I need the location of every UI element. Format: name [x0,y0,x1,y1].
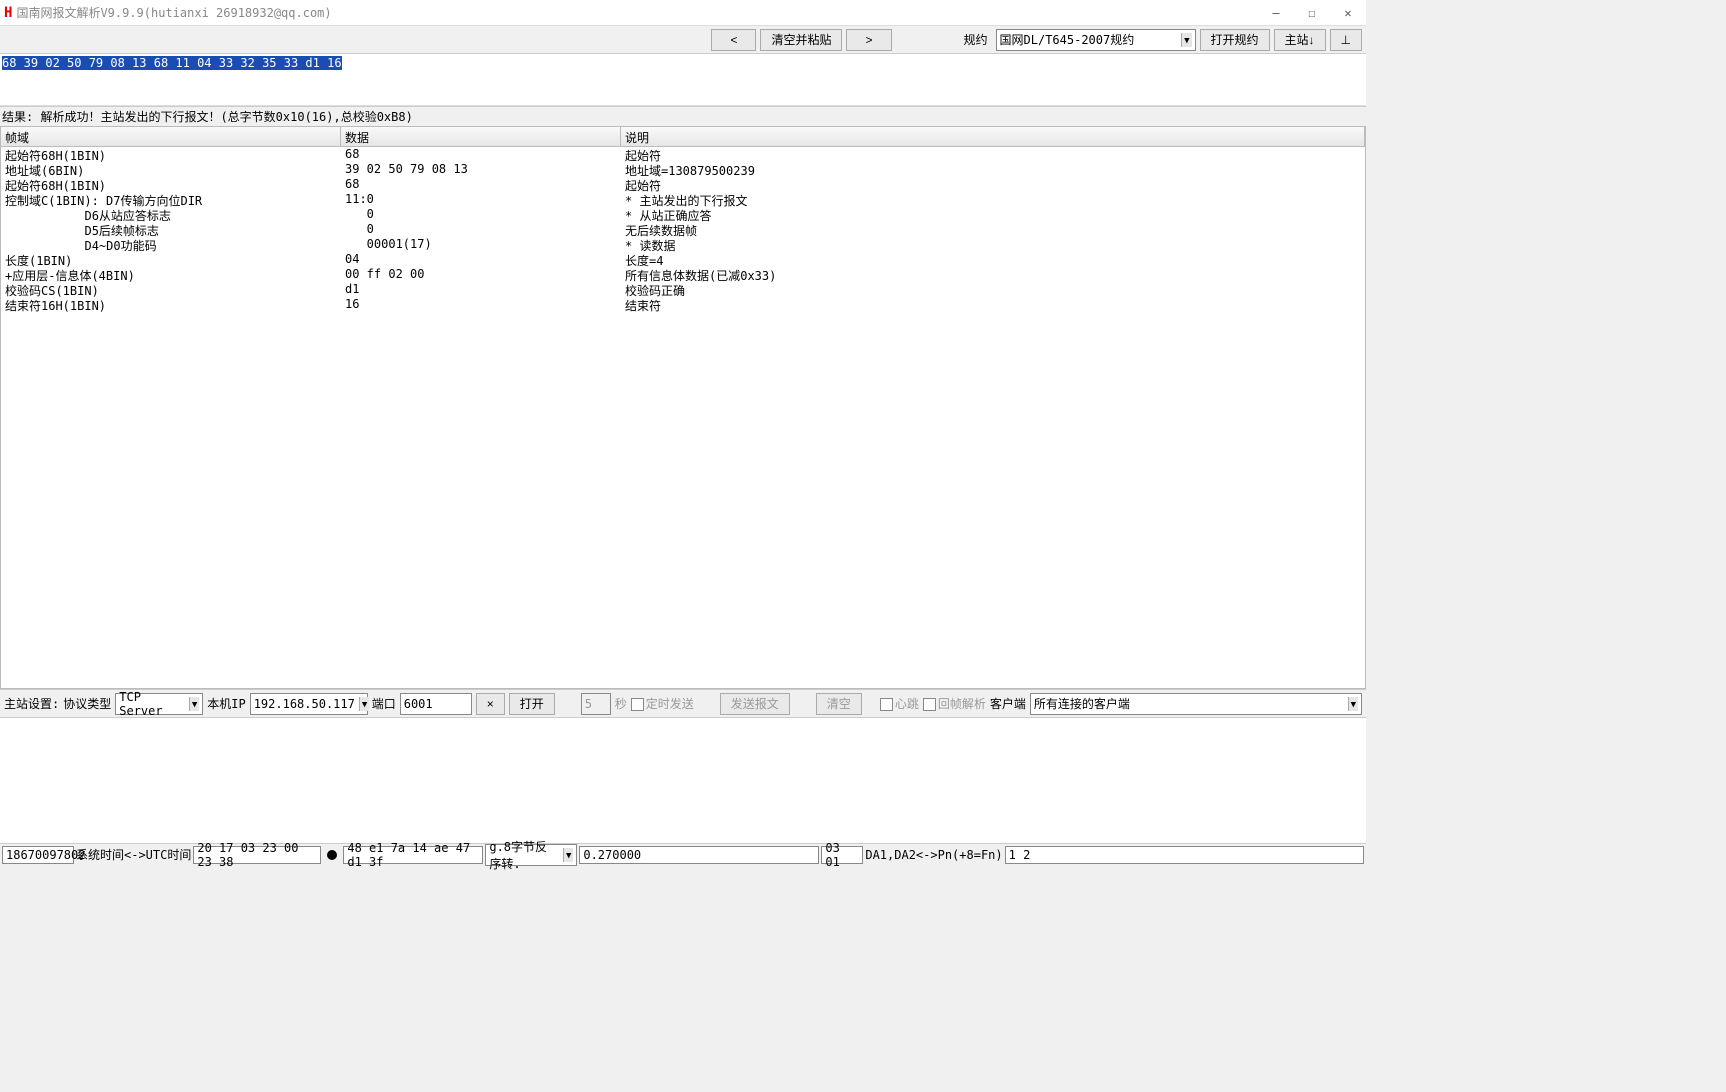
col-header-desc[interactable]: 说明 [621,127,1365,146]
table-row[interactable]: D4~D0功能码 00001(17)* 读数据 [1,237,1365,252]
dropdown-arrow-icon: ▼ [1348,697,1358,711]
status-f4-select[interactable]: g.8字节反序转. ▼ [485,844,577,866]
local-ip-select[interactable]: 192.168.50.117 ▼ [250,693,368,715]
table-row[interactable]: 起始符68H(1BIN)68起始符 [1,177,1365,192]
window-title: 国南网报文解析V9.9.9(hutianxi 26918932@qq.com) [16,4,1258,21]
open-conn-button[interactable]: 打开 [509,693,555,715]
status-dot-icon [327,850,337,860]
minimize-button[interactable]: — [1258,2,1294,24]
hex-input-panel[interactable]: 68 39 02 50 79 08 13 68 11 04 33 32 35 3… [0,54,1366,106]
clear-button[interactable]: 清空 [816,693,862,715]
status-f6[interactable]: 03 01 [821,846,863,864]
result-line: 结果: 解析成功！主站发出的下行报文！(总字节数0x10(16),总校验0xB8… [0,106,1366,126]
local-ip-label: 本机IP [207,695,245,712]
close-conn-button[interactable]: × [476,693,505,715]
log-panel[interactable] [0,717,1366,843]
send-frame-button[interactable]: 发送报文 [720,693,790,715]
table-row[interactable]: 长度(1BIN)04长度=4 [1,252,1365,267]
settings-title: 主站设置: [4,695,59,712]
port-input[interactable]: 6001 [400,693,472,715]
hex-selected-text: 68 39 02 50 79 08 13 68 11 04 33 32 35 3… [2,56,342,70]
clear-paste-button[interactable]: 清空并粘贴 [760,29,842,51]
sec-label: 秒 [615,695,627,712]
dropdown-arrow-icon: ▼ [1181,33,1191,47]
status-bar: 18670097802 系统时间<->UTC时间 20 17 03 23 00 … [0,843,1366,865]
status-f2-label: 系统时间<->UTC时间 [76,846,191,863]
client-select[interactable]: 所有连接的客户端 ▼ [1030,693,1362,715]
status-f5[interactable]: 0.270000 [579,846,819,864]
status-f3[interactable]: 48 e1 7a 14 ae 47 d1 3f [343,846,483,864]
status-f7[interactable]: 1 2 [1005,846,1364,864]
col-header-data[interactable]: 数据 [341,127,621,146]
prev-button[interactable]: < [711,29,756,51]
client-label: 客户端 [990,695,1026,712]
maximize-button[interactable]: ☐ [1294,2,1330,24]
dropdown-arrow-icon: ▼ [563,848,573,862]
table-row[interactable]: 地址域(6BIN)39 02 50 79 08 13地址域=1308795002… [1,162,1365,177]
status-f2[interactable]: 20 17 03 23 00 23 38 [193,846,321,864]
top-toolbar: < 清空并粘贴 > 规约 国网DL/T645-2007规约 ▼ 打开规约 主站↓… [0,26,1366,54]
status-f1[interactable]: 18670097802 [2,846,74,864]
master-button[interactable]: 主站↓ [1274,29,1326,51]
table-row[interactable]: 控制域C(1BIN): D7传输方向位DIR11:0* 主站发出的下行报文 [1,192,1365,207]
settings-bar: 主站设置: 协议类型 TCP Server ▼ 本机IP 192.168.50.… [0,689,1366,717]
port-label: 端口 [372,695,396,712]
proto-type-select[interactable]: TCP Server ▼ [115,693,203,715]
timed-send-checkbox[interactable]: 定时发送 [631,695,694,712]
table-row[interactable]: 结束符16H(1BIN)16结束符 [1,297,1365,312]
table-row[interactable]: 校验码CS(1BIN)d1校验码正确 [1,282,1365,297]
proto-type-label: 协议类型 [63,695,111,712]
open-protocol-button[interactable]: 打开规约 [1200,29,1270,51]
close-button[interactable]: ✕ [1330,2,1366,24]
col-header-frame[interactable]: 帧域 [1,127,341,146]
table-row[interactable]: D5后续帧标志 0无后续数据帧 [1,222,1365,237]
table-row[interactable]: D6从站应答标志 0* 从站正确应答 [1,207,1365,222]
anchor-button[interactable]: ⊥ [1330,29,1362,51]
app-logo: H [4,5,12,21]
next-button[interactable]: > [846,29,891,51]
interval-input[interactable]: 5 [581,693,611,715]
grid-body: 起始符68H(1BIN)68起始符地址域(6BIN)39 02 50 79 08… [1,147,1365,688]
protocol-label: 规约 [960,31,992,48]
protocol-select[interactable]: 国网DL/T645-2007规约 ▼ [996,29,1196,51]
dropdown-arrow-icon: ▼ [359,697,369,711]
titlebar: H 国南网报文解析V9.9.9(hutianxi 26918932@qq.com… [0,0,1366,26]
table-row[interactable]: +应用层-信息体(4BIN)00 ff 02 00所有信息体数据(已减0x33) [1,267,1365,282]
protocol-value: 国网DL/T645-2007规约 [1000,31,1178,48]
parse-grid: 帧域 数据 说明 起始符68H(1BIN)68起始符地址域(6BIN)39 02… [0,126,1366,689]
table-row[interactable]: 起始符68H(1BIN)68起始符 [1,147,1365,162]
heartbeat-checkbox[interactable]: 心跳 [880,695,919,712]
reply-parse-checkbox[interactable]: 回帧解析 [923,695,986,712]
status-f6-label: DA1,DA2<->Pn(+8=Fn) [865,848,1002,862]
grid-header: 帧域 数据 说明 [1,127,1365,147]
dropdown-arrow-icon: ▼ [189,697,199,711]
